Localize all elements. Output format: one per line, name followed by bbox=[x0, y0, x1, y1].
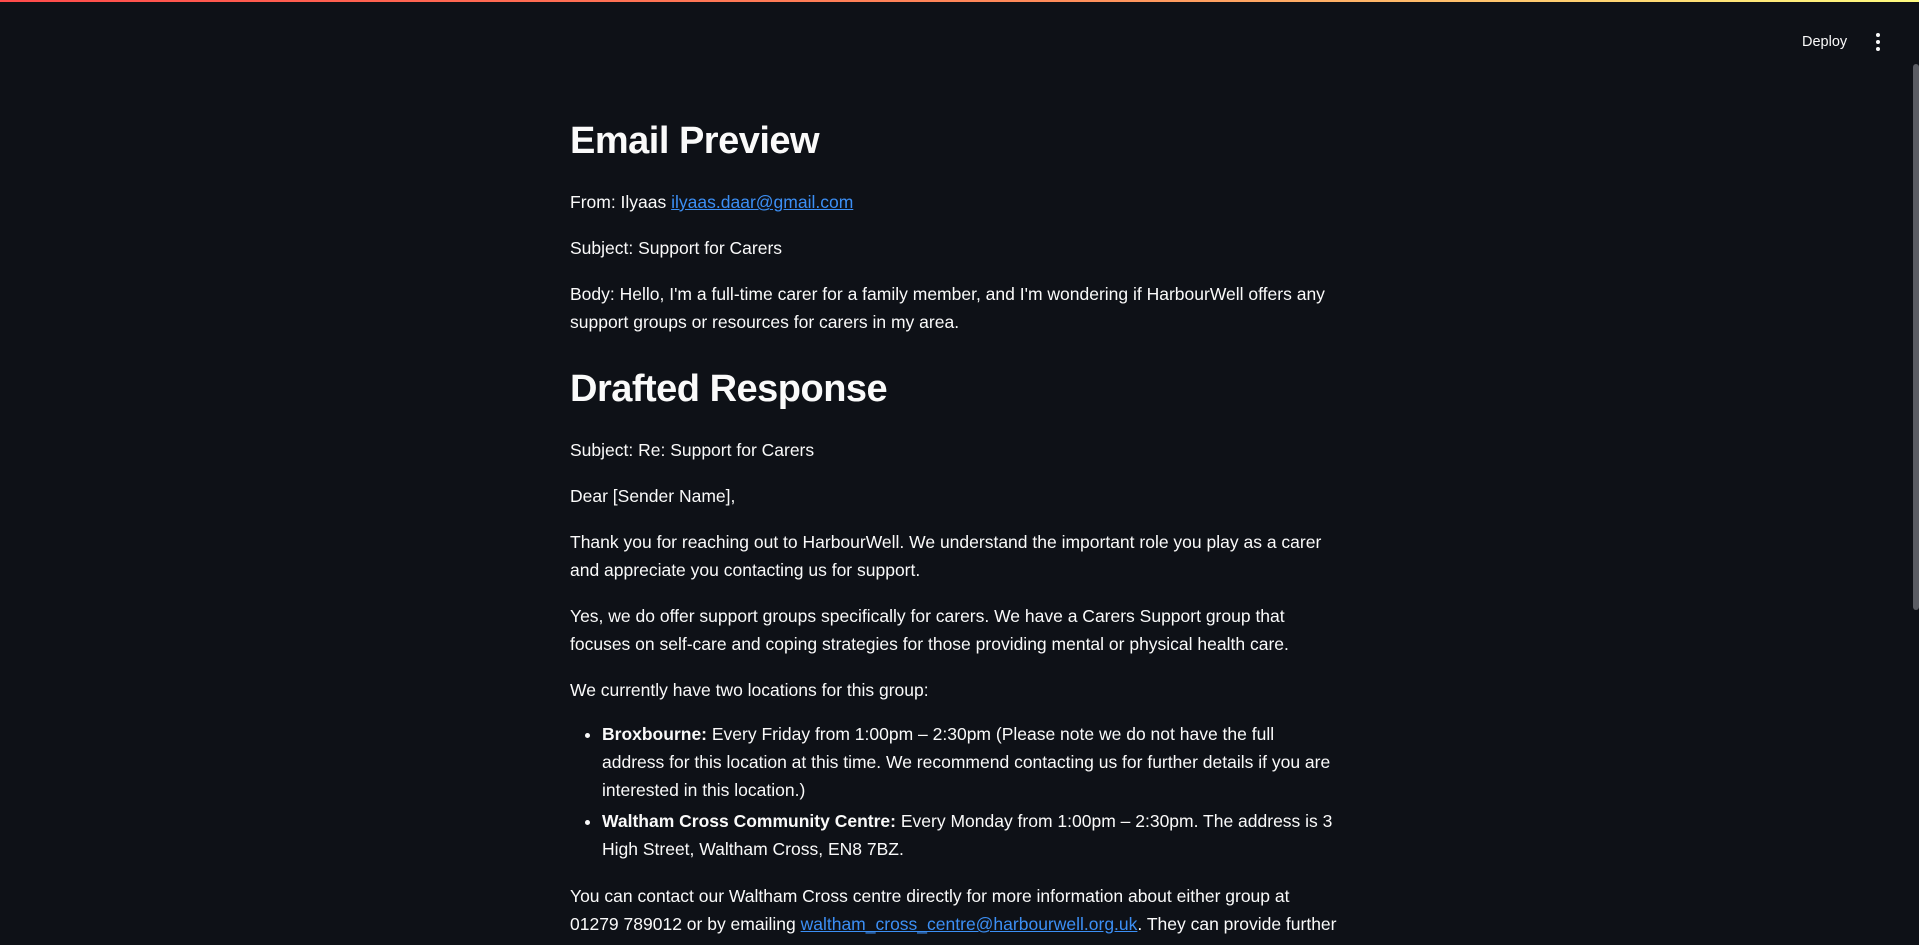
list-item: Broxbourne: Every Friday from 1:00pm – 2… bbox=[602, 720, 1340, 804]
sender-email-link[interactable]: ilyaas.daar@gmail.com bbox=[671, 192, 853, 212]
email-subject-line: Subject: Support for Carers bbox=[570, 238, 783, 258]
response-paragraph-2: Yes, we do offer support groups specific… bbox=[570, 606, 1289, 654]
locations-list: Broxbourne: Every Friday from 1:00pm – 2… bbox=[570, 720, 1340, 866]
drafted-response-heading: Drafted Response bbox=[570, 368, 888, 410]
location-details: Every Friday from 1:00pm – 2:30pm (Pleas… bbox=[602, 724, 1331, 800]
centre-email-link[interactable]: waltham_cross_centre@harbourwell.org.uk bbox=[801, 914, 1138, 934]
list-item: Waltham Cross Community Centre: Every Mo… bbox=[602, 807, 1340, 863]
location-name: Waltham Cross Community Centre: bbox=[602, 811, 896, 831]
menu-dot bbox=[1876, 40, 1880, 44]
email-preview-heading: Email Preview bbox=[570, 120, 820, 162]
deploy-button[interactable]: Deploy bbox=[1790, 28, 1859, 56]
email-from-line: From: Ilyaas ilyaas.daar@gmail.com bbox=[570, 188, 1340, 216]
response-paragraph-1: Thank you for reaching out to HarbourWel… bbox=[570, 532, 1322, 580]
more-vertical-icon[interactable] bbox=[1864, 28, 1892, 56]
email-body-text: Body: Hello, I'm a full-time carer for a… bbox=[570, 284, 1325, 332]
app-header: Deploy bbox=[0, 2, 1919, 78]
location-name: Broxbourne: bbox=[602, 724, 707, 744]
response-subject-line: Subject: Re: Support for Carers bbox=[570, 440, 815, 460]
menu-dot bbox=[1876, 33, 1880, 37]
menu-dot bbox=[1876, 47, 1880, 51]
response-greeting: Dear [Sender Name], bbox=[570, 486, 736, 506]
response-contact-paragraph: You can contact our Waltham Cross centre… bbox=[570, 882, 1340, 945]
email-from-label: From: Ilyaas bbox=[570, 192, 672, 212]
vertical-scrollbar[interactable] bbox=[1913, 64, 1919, 610]
response-paragraph-3: We currently have two locations for this… bbox=[570, 680, 929, 700]
